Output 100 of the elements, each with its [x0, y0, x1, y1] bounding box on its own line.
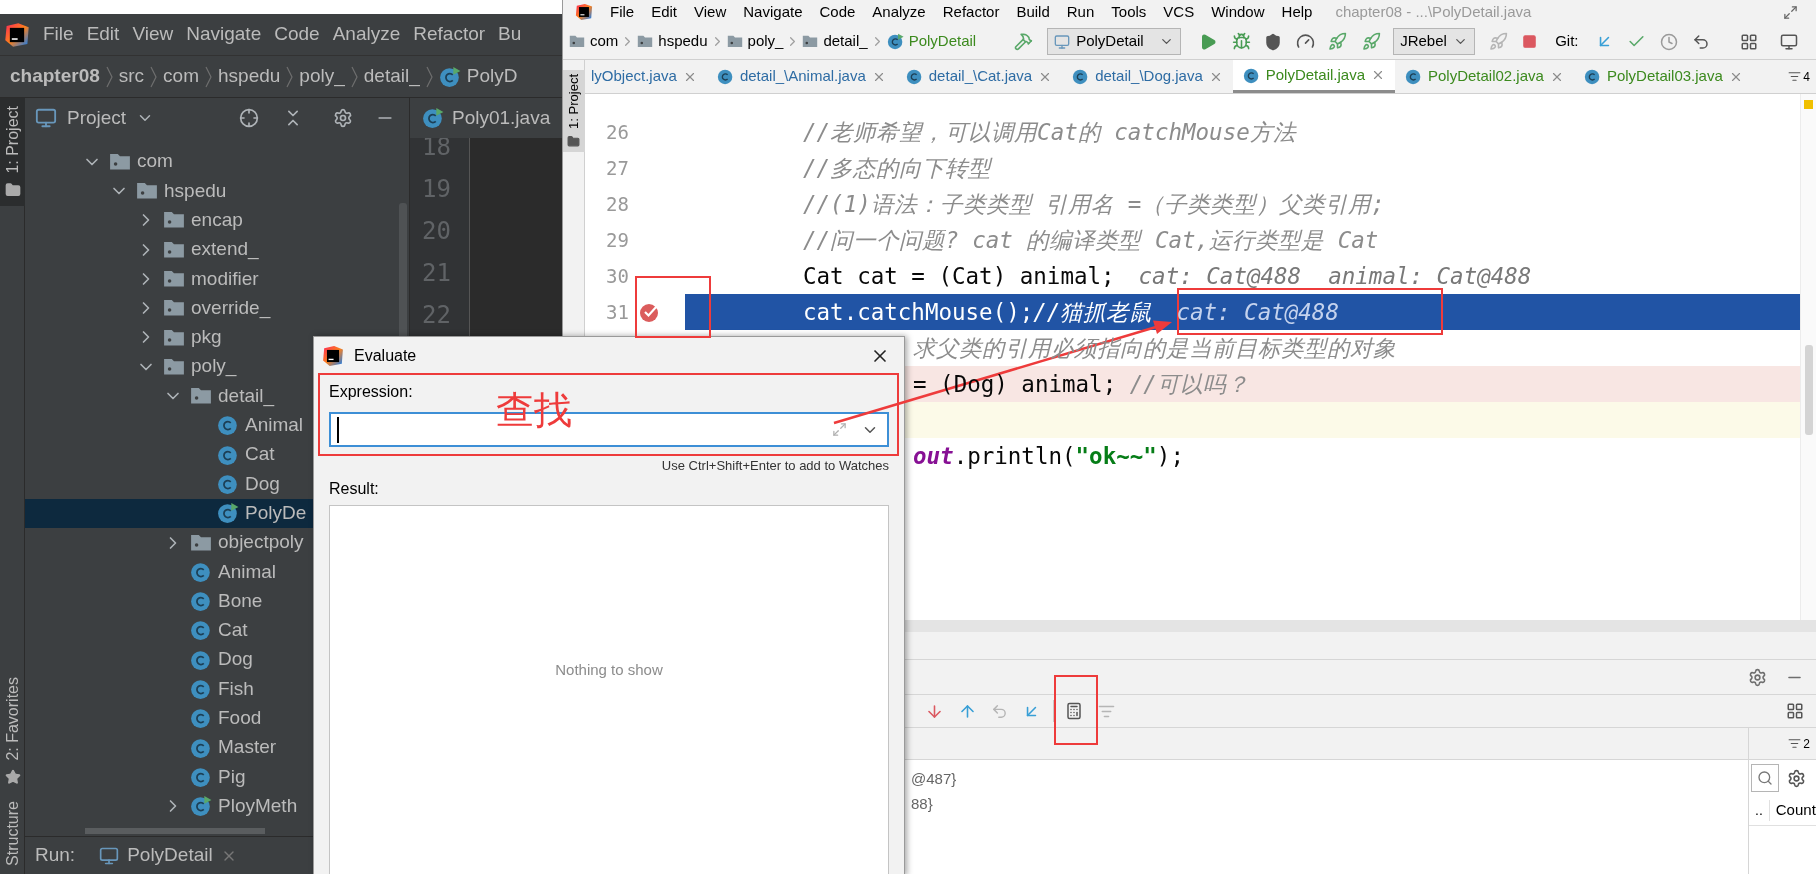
menu-item[interactable]: Bu [498, 20, 522, 49]
tab-list-button[interactable]: 4 [1782, 60, 1816, 93]
tree-item[interactable]: Animal [25, 557, 399, 587]
coverage-icon[interactable] [1264, 32, 1283, 51]
menu-item[interactable]: Code [819, 0, 856, 24]
tree-item[interactable]: com [25, 147, 399, 177]
breadcrumb-item[interactable]: chapter08 [10, 62, 100, 91]
structure-icon[interactable] [1739, 32, 1758, 51]
menu-item[interactable]: File [610, 0, 635, 24]
hammer-icon[interactable] [1014, 32, 1034, 51]
rocket-icon[interactable] [1362, 32, 1382, 51]
locate-icon[interactable] [239, 108, 259, 128]
editor-tab[interactable]: PolyDetail03.java [1573, 60, 1753, 93]
breadcrumb-item[interactable]: PolyDetail [908, 30, 977, 53]
breadcrumb-item[interactable]: com [163, 62, 199, 91]
tree-item[interactable]: objectpoly [25, 527, 399, 558]
tree-item[interactable]: override_ [25, 293, 399, 323]
menu-item[interactable]: Run [1066, 0, 1095, 24]
menu-item[interactable]: VCS [1163, 0, 1195, 24]
debug-icon[interactable] [1232, 32, 1252, 51]
menu-item[interactable]: Code [274, 20, 320, 49]
settings-icon[interactable] [333, 108, 353, 128]
tree-item[interactable]: modifier [25, 264, 399, 294]
editor-tab[interactable]: PolyDetail.java [1232, 60, 1395, 93]
tool-window-tab[interactable]: 2: Favorites [0, 669, 25, 794]
editor-tab[interactable]: PolyDetail02.java [1395, 60, 1574, 93]
breadcrumb-item[interactable]: detail_ [363, 62, 420, 91]
breadcrumb-item[interactable]: hspedu [658, 30, 708, 53]
settings-icon[interactable] [1748, 667, 1767, 687]
breadcrumb-item[interactable]: poly_ [299, 62, 345, 91]
editor-tab[interactable]: detail_\Dog.java [1062, 60, 1233, 93]
breadcrumb-item[interactable]: src [118, 62, 145, 91]
column-header[interactable]: Count [1769, 799, 1816, 822]
breakpoint-icon[interactable] [639, 301, 661, 323]
column-header[interactable]: .. [1749, 800, 1770, 821]
expand-icon[interactable] [832, 422, 847, 437]
rocket-icon[interactable] [1489, 32, 1509, 51]
rocket-icon[interactable] [1328, 32, 1348, 51]
menu-item[interactable]: Refactor [942, 0, 1000, 24]
menu-item[interactable]: Analyze [872, 0, 926, 24]
tree-item[interactable]: PloyMeth [25, 791, 399, 821]
variable-value[interactable]: 88} [911, 793, 933, 816]
breadcrumb-item[interactable]: com [590, 30, 619, 53]
panel-title[interactable]: Project [67, 103, 127, 133]
scrollbar-thumb[interactable] [1804, 345, 1813, 435]
plugin-dropdown[interactable]: JRebel [1393, 28, 1476, 55]
editor-tab[interactable]: detail_\Cat.java [895, 60, 1063, 93]
tool-window-tab[interactable]: 1: Project [0, 98, 25, 206]
menu-item[interactable]: Edit [86, 20, 120, 49]
menu-item[interactable]: Navigate [743, 0, 803, 24]
run-icon[interactable] [1199, 32, 1218, 51]
layout-icon[interactable] [1786, 702, 1804, 720]
scrollbar-thumb[interactable] [85, 828, 265, 834]
tree-item[interactable]: Dog [25, 645, 399, 675]
tree-item[interactable]: Food [25, 703, 399, 733]
menu-item[interactable]: Tools [1111, 0, 1147, 24]
evaluate-expression-icon[interactable] [1065, 702, 1083, 720]
tree-item[interactable]: Master [25, 732, 399, 763]
variable-value[interactable]: @487} [911, 768, 957, 791]
drop-frame-icon[interactable] [991, 702, 1008, 720]
tool-window-tab[interactable]: 1: Project [562, 70, 585, 152]
presentation-icon[interactable] [1779, 32, 1798, 51]
tree-item[interactable]: encap [25, 205, 399, 235]
editor-tab[interactable]: detail_\Animal.java [706, 60, 896, 93]
tree-item[interactable]: Cat [25, 615, 399, 646]
tree-item[interactable]: Bone [25, 586, 399, 616]
rollback-icon[interactable] [1691, 32, 1710, 51]
maximize-icon[interactable] [1783, 4, 1798, 20]
menu-item[interactable]: Analyze [332, 20, 401, 49]
breadcrumb-item[interactable]: detail_ [823, 30, 868, 53]
menu-item[interactable]: Edit [651, 0, 678, 24]
menu-item[interactable]: View [132, 20, 174, 49]
tree-item[interactable]: extend_ [25, 234, 399, 265]
menu-item[interactable]: View [694, 0, 727, 24]
tree-item[interactable]: Pig [25, 762, 399, 792]
run-tab[interactable]: PolyDetail [99, 841, 237, 870]
run-configuration-dropdown[interactable]: PolyDetail [1047, 28, 1182, 55]
menu-item[interactable]: Help [1281, 0, 1313, 24]
editor-tab[interactable]: lyObject.java [585, 60, 707, 93]
profiler-icon[interactable] [1296, 32, 1316, 51]
tool-window-tab[interactable]: Structure [0, 793, 25, 874]
search-field[interactable] [1751, 764, 1779, 792]
stop-icon[interactable] [1522, 34, 1538, 49]
menu-item[interactable]: File [43, 20, 74, 49]
breadcrumb-item[interactable]: poly_ [747, 30, 784, 53]
menu-item[interactable]: Window [1211, 0, 1265, 24]
settings-icon[interactable] [1787, 768, 1806, 788]
tree-item[interactable]: hspedu [25, 176, 399, 206]
history-icon[interactable] [1659, 32, 1678, 51]
menu-item[interactable]: Build [1016, 0, 1050, 24]
menu-item[interactable]: Navigate [186, 20, 262, 49]
breadcrumb-item[interactable]: hspedu [218, 62, 281, 91]
folder-icon [136, 182, 158, 200]
tree-item[interactable]: Fish [25, 674, 399, 704]
menu-item[interactable]: Refactor [413, 20, 486, 49]
frames-count[interactable]: 2 [1803, 734, 1810, 753]
tree-item[interactable]: Animal [25, 410, 399, 440]
folder-icon [109, 152, 131, 171]
tree-item[interactable]: Cat [25, 439, 399, 470]
breadcrumb-item[interactable]: PolyD [466, 62, 518, 91]
